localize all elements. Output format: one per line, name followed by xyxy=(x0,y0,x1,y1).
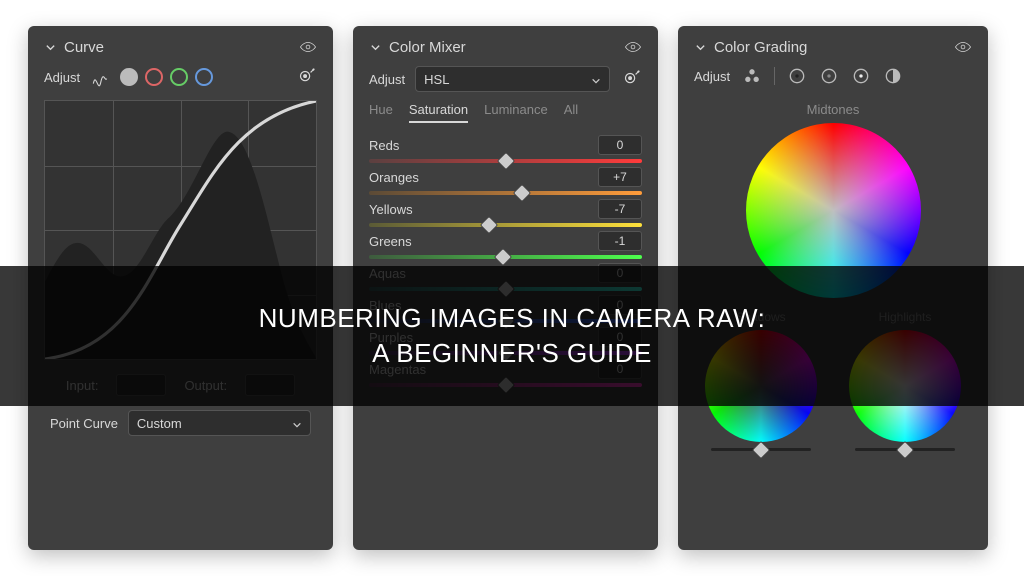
curve-title: Curve xyxy=(64,39,104,56)
tab-all[interactable]: All xyxy=(564,102,578,123)
chevron-down-icon xyxy=(292,418,302,428)
slider-track[interactable] xyxy=(369,223,642,227)
curve-adjust-label: Adjust xyxy=(44,70,80,85)
chevron-down-icon xyxy=(591,74,601,84)
eye-icon[interactable] xyxy=(299,38,317,56)
chevron-down-icon[interactable] xyxy=(694,41,706,53)
slider-label: Reds xyxy=(369,138,399,153)
midtones-label: Midtones xyxy=(694,102,972,117)
targeted-adjust-icon[interactable] xyxy=(620,68,642,90)
mixer-tabs: Hue Saturation Luminance All xyxy=(369,102,642,123)
chevron-down-icon[interactable] xyxy=(369,41,381,53)
slider-row: Yellows -7 xyxy=(369,199,642,227)
slider-track[interactable] xyxy=(369,159,642,163)
mixer-mode-select[interactable]: HSL xyxy=(415,66,610,92)
slider-row: Oranges +7 xyxy=(369,167,642,195)
shadows-wheel-icon[interactable] xyxy=(787,66,807,86)
eye-icon[interactable] xyxy=(954,38,972,56)
slider-row: Greens -1 xyxy=(369,231,642,259)
grading-adjust-label: Adjust xyxy=(694,69,730,84)
slider-label: Oranges xyxy=(369,170,419,185)
shadows-lum-slider[interactable] xyxy=(711,448,811,451)
slider-value[interactable]: -7 xyxy=(598,199,642,219)
grading-title: Color Grading xyxy=(714,39,807,56)
slider-value[interactable]: 0 xyxy=(598,135,642,155)
slider-label: Yellows xyxy=(369,202,413,217)
targeted-adjust-icon[interactable] xyxy=(295,66,317,88)
three-way-icon[interactable] xyxy=(742,66,762,86)
slider-track[interactable] xyxy=(369,191,642,195)
chevron-down-icon[interactable] xyxy=(44,41,56,53)
tab-luminance[interactable]: Luminance xyxy=(484,102,548,123)
overlay-line2: A Beginner's Guide xyxy=(372,338,652,369)
slider-label: Greens xyxy=(369,234,412,249)
parametric-icon[interactable] xyxy=(90,67,110,87)
eye-icon[interactable] xyxy=(624,38,642,56)
highlights-wheel-icon[interactable] xyxy=(851,66,871,86)
point-curve-select[interactable]: Custom xyxy=(128,410,311,436)
global-wheel-icon[interactable] xyxy=(883,66,903,86)
channel-green-dot[interactable] xyxy=(170,68,188,86)
channel-blue-dot[interactable] xyxy=(195,68,213,86)
channel-red-dot[interactable] xyxy=(145,68,163,86)
midtones-wheel-icon[interactable] xyxy=(819,66,839,86)
tab-hue[interactable]: Hue xyxy=(369,102,393,123)
mixer-adjust-label: Adjust xyxy=(369,72,405,87)
slider-track[interactable] xyxy=(369,255,642,259)
highlights-lum-slider[interactable] xyxy=(855,448,955,451)
mixer-title: Color Mixer xyxy=(389,39,466,56)
channel-dots xyxy=(120,68,213,86)
slider-row: Reds 0 xyxy=(369,135,642,163)
channel-all-dot[interactable] xyxy=(120,68,138,86)
point-curve-label: Point Curve xyxy=(50,416,118,431)
overlay-line1: Numbering Images in Camera Raw: xyxy=(259,303,766,334)
slider-value[interactable]: -1 xyxy=(598,231,642,251)
tab-saturation[interactable]: Saturation xyxy=(409,102,468,123)
title-overlay: Numbering Images in Camera Raw: A Beginn… xyxy=(0,266,1024,406)
slider-value[interactable]: +7 xyxy=(598,167,642,187)
